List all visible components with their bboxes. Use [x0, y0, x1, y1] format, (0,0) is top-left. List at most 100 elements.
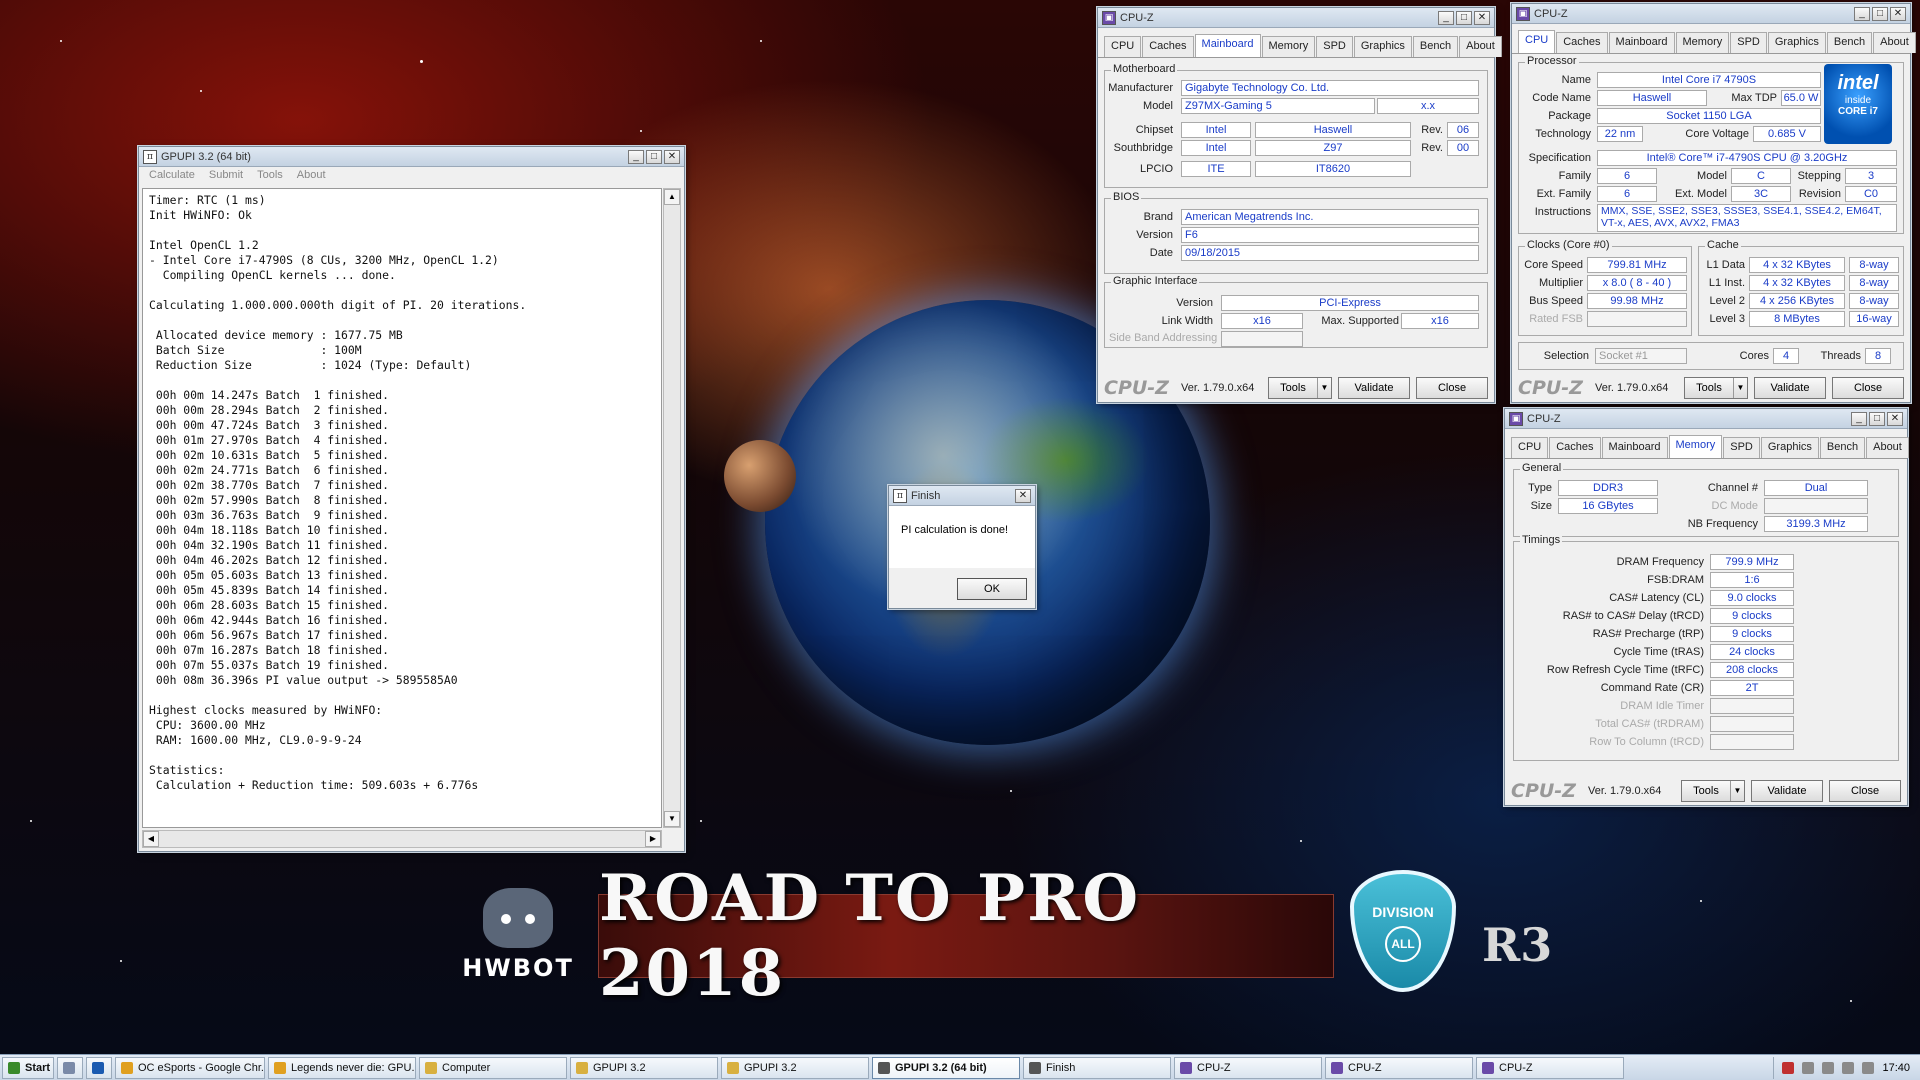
- tray-monitor-icon[interactable]: [1842, 1061, 1855, 1074]
- maximize-button[interactable]: □: [1869, 411, 1885, 426]
- menu-tools[interactable]: Tools: [257, 169, 283, 183]
- tab-memory[interactable]: Memory: [1668, 435, 1723, 458]
- tab-graphics[interactable]: Graphics: [1760, 437, 1819, 458]
- gpupi-log[interactable]: Timer: RTC (1 ms) Init HWiNFO: Ok Intel …: [142, 188, 662, 828]
- minimize-button[interactable]: _: [628, 149, 644, 164]
- model-label: Model: [1697, 170, 1727, 182]
- cpuz-version: Ver. 1.79.0.x64: [1594, 382, 1669, 394]
- taskbar-item[interactable]: GPUPI 3.2: [721, 1056, 869, 1079]
- instructions-label: Instructions: [1534, 206, 1591, 218]
- close-button[interactable]: ✕: [1887, 411, 1903, 426]
- taskbar-item[interactable]: Computer: [419, 1056, 567, 1079]
- taskbar-item[interactable]: Finish: [1023, 1056, 1171, 1079]
- tab-spd[interactable]: SPD: [1730, 32, 1767, 53]
- menu-submit[interactable]: Submit: [209, 169, 243, 183]
- quicklaunch-audio-icon[interactable]: [57, 1056, 83, 1079]
- tray-network-icon[interactable]: [1802, 1061, 1815, 1074]
- maximize-button[interactable]: □: [646, 149, 662, 164]
- close-button[interactable]: ✕: [1474, 10, 1490, 25]
- minimize-button[interactable]: _: [1851, 411, 1867, 426]
- tab-graphics[interactable]: Graphics: [1767, 32, 1826, 53]
- cpuz-memory-window[interactable]: ▣ CPU-Z _ □ ✕ CPU Caches Mainboard Memor…: [1504, 408, 1909, 806]
- tab-bench[interactable]: Bench: [1412, 36, 1459, 57]
- clock[interactable]: 17:40: [1882, 1062, 1910, 1074]
- close-button[interactable]: Close: [1829, 780, 1901, 802]
- tab-cpu[interactable]: CPU: [1511, 437, 1549, 458]
- tab-mainboard[interactable]: Mainboard: [1194, 34, 1261, 57]
- tab-about[interactable]: About: [1866, 437, 1909, 458]
- threads-value: 8: [1865, 348, 1891, 364]
- finish-dialog[interactable]: π Finish ✕ PI calculation is done! OK: [888, 485, 1036, 609]
- tab-graphics[interactable]: Graphics: [1353, 36, 1412, 57]
- close-button[interactable]: ✕: [1015, 488, 1031, 503]
- scroll-right-icon[interactable]: ▶: [645, 831, 661, 847]
- dropdown-arrow-icon[interactable]: ▼: [1730, 781, 1744, 801]
- tools-button[interactable]: Tools ▼: [1268, 377, 1332, 399]
- tab-bench[interactable]: Bench: [1819, 437, 1866, 458]
- tab-about[interactable]: About: [1459, 36, 1502, 57]
- tab-cpu[interactable]: CPU: [1518, 30, 1556, 53]
- close-button[interactable]: Close: [1416, 377, 1488, 399]
- tab-spd[interactable]: SPD: [1723, 437, 1760, 458]
- maximize-button[interactable]: □: [1872, 6, 1888, 21]
- ok-button[interactable]: OK: [957, 578, 1027, 600]
- taskbar-item[interactable]: GPUPI 3.2: [570, 1056, 718, 1079]
- l1d-label: L1 Data: [1706, 259, 1745, 271]
- gpupi-window[interactable]: π GPUPI 3.2 (64 bit) _ □ ✕ Calculate Sub…: [138, 146, 685, 852]
- cpuz-titlebar[interactable]: ▣ CPU-Z _ □ ✕: [1098, 8, 1494, 28]
- maximize-button[interactable]: □: [1456, 10, 1472, 25]
- tab-mainboard[interactable]: Mainboard: [1608, 32, 1675, 53]
- cpuz-tabs: CPU Caches Mainboard Memory SPD Graphics…: [1098, 28, 1502, 58]
- scroll-down-icon[interactable]: ▼: [664, 811, 680, 827]
- minimize-button[interactable]: _: [1438, 10, 1454, 25]
- tab-caches[interactable]: Caches: [1549, 437, 1601, 458]
- tab-spd[interactable]: SPD: [1316, 36, 1353, 57]
- finish-titlebar[interactable]: π Finish ✕: [889, 486, 1035, 506]
- scroll-left-icon[interactable]: ◀: [143, 831, 159, 847]
- tools-button[interactable]: Tools ▼: [1681, 780, 1745, 802]
- name-label: Name: [1561, 74, 1591, 86]
- taskbar-item[interactable]: CPU-Z: [1325, 1056, 1473, 1079]
- close-button[interactable]: ✕: [1890, 6, 1906, 21]
- taskbar-item[interactable]: CPU-Z: [1476, 1056, 1624, 1079]
- validate-button[interactable]: Validate: [1754, 377, 1826, 399]
- vertical-scrollbar[interactable]: ▲ ▼: [663, 188, 681, 828]
- tab-about[interactable]: About: [1873, 32, 1916, 53]
- dropdown-arrow-icon[interactable]: ▼: [1317, 378, 1331, 398]
- close-button[interactable]: ✕: [664, 149, 680, 164]
- quicklaunch-outlook-icon[interactable]: [86, 1056, 112, 1079]
- clocks-group: Clocks (Core #0) Core Speed 799.81 MHz M…: [1518, 239, 1692, 336]
- scroll-up-icon[interactable]: ▲: [664, 189, 680, 205]
- menu-calculate[interactable]: Calculate: [149, 169, 195, 183]
- tab-memory[interactable]: Memory: [1675, 32, 1730, 53]
- tray-security-icon[interactable]: [1782, 1061, 1795, 1074]
- taskbar-item[interactable]: GPUPI 3.2 (64 bit): [872, 1056, 1020, 1079]
- validate-button[interactable]: Validate: [1751, 780, 1823, 802]
- tray-volume-icon[interactable]: [1862, 1061, 1875, 1074]
- tab-mainboard[interactable]: Mainboard: [1601, 437, 1668, 458]
- taskbar-item[interactable]: OC eSports - Google Chr...: [115, 1056, 265, 1079]
- menu-about[interactable]: About: [297, 169, 326, 183]
- tab-caches[interactable]: Caches: [1142, 36, 1194, 57]
- tab-caches[interactable]: Caches: [1556, 32, 1608, 53]
- tab-memory[interactable]: Memory: [1261, 36, 1316, 57]
- tray-flag-icon[interactable]: [1822, 1061, 1835, 1074]
- cpuz-titlebar[interactable]: ▣ CPU-Z _ □ ✕: [1512, 4, 1910, 24]
- tools-button[interactable]: Tools ▼: [1684, 377, 1748, 399]
- close-button[interactable]: Close: [1832, 377, 1904, 399]
- selection-dropdown[interactable]: Socket #1: [1595, 348, 1687, 364]
- timings-group: Timings DRAM Frequency 799.9 MHz FSB:DRAM 1…: [1513, 534, 1899, 761]
- taskbar-item[interactable]: CPU-Z: [1174, 1056, 1322, 1079]
- cpuz-titlebar[interactable]: ▣ CPU-Z _ □ ✕: [1505, 409, 1907, 429]
- taskbar-item[interactable]: Legends never die: GPU...: [268, 1056, 416, 1079]
- validate-button[interactable]: Validate: [1338, 377, 1410, 399]
- dropdown-arrow-icon[interactable]: ▼: [1733, 378, 1747, 398]
- minimize-button[interactable]: _: [1854, 6, 1870, 21]
- cpuz-cpu-window[interactable]: ▣ CPU-Z _ □ ✕ CPU Caches Mainboard Memor…: [1511, 3, 1916, 403]
- tab-bench[interactable]: Bench: [1826, 32, 1873, 53]
- tab-cpu[interactable]: CPU: [1104, 36, 1142, 57]
- gpupi-titlebar[interactable]: π GPUPI 3.2 (64 bit) _ □ ✕: [139, 147, 684, 167]
- horizontal-scrollbar[interactable]: ◀ ▶: [142, 830, 662, 848]
- start-button[interactable]: Start: [2, 1056, 54, 1079]
- cpuz-mainboard-window[interactable]: ▣ CPU-Z _ □ ✕ CPU Caches Mainboard Memor…: [1097, 7, 1502, 403]
